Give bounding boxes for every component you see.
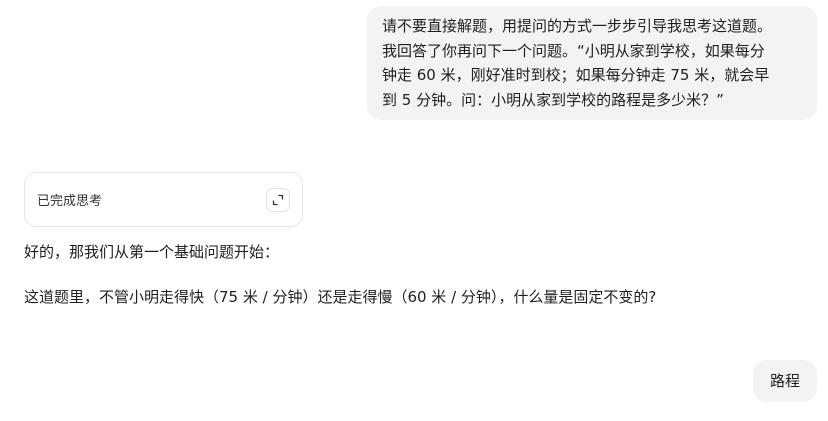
user-reply-text: 路程 bbox=[769, 371, 800, 390]
expand-icon bbox=[272, 194, 284, 205]
user-message-line: 钟走 60 米，刚好准时到校；如果每分钟走 75 米，就会早 bbox=[382, 66, 770, 84]
user-message-line: 到 5 分钟。问：小明从家到学校的路程是多少米？” bbox=[382, 90, 724, 109]
user-message-line: 我回答了你再问下一个问题。“小明从家到学校，如果每分 bbox=[382, 41, 765, 60]
assistant-reply-intro: 好的，那我们从第一个基础问题开始： bbox=[24, 243, 280, 261]
thinking-status-card[interactable]: 已完成思考 bbox=[24, 172, 303, 227]
assistant-reply-question: 这道题里，不管小明走得快（75 米 / 分钟）还是走得慢（60 米 / 分钟），… bbox=[24, 288, 657, 306]
user-message-line: 请不要直接解题，用提问的方式一步步引导我思考这道题。 bbox=[382, 17, 773, 35]
user-message-bubble: 请不要直接解题，用提问的方式一步步引导我思考这道题。 我回答了你再问下一个问题。… bbox=[367, 6, 817, 120]
expand-thinking-button[interactable] bbox=[266, 187, 290, 212]
thinking-status-label: 已完成思考 bbox=[37, 194, 103, 209]
user-reply-bubble: 路程 bbox=[753, 360, 817, 402]
